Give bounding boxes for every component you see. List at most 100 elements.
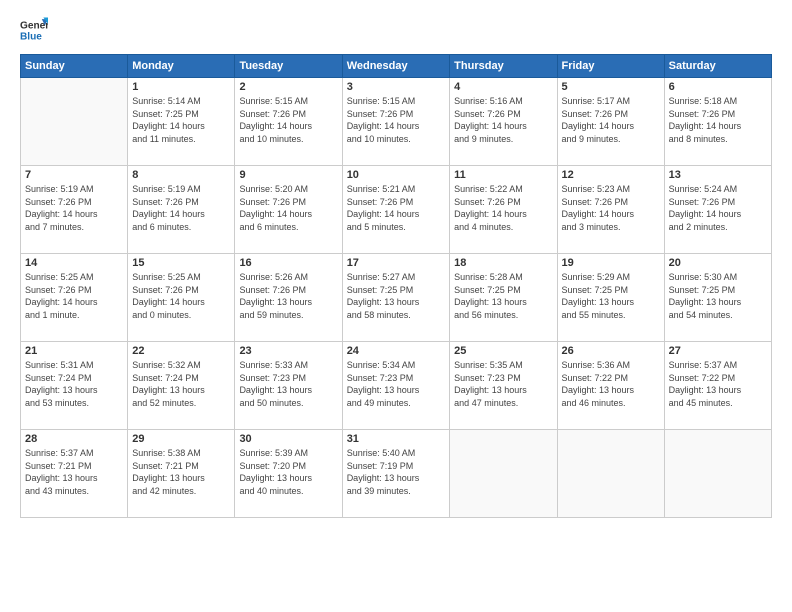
calendar-cell: 26 Sunrise: 5:36 AM Sunset: 7:22 PM Dayli… xyxy=(557,342,664,430)
day-info: Sunrise: 5:14 AM Sunset: 7:25 PM Dayligh… xyxy=(132,95,230,145)
calendar-cell: 18 Sunrise: 5:28 AM Sunset: 7:25 PM Dayli… xyxy=(450,254,557,342)
calendar-cell: 23 Sunrise: 5:33 AM Sunset: 7:23 PM Dayli… xyxy=(235,342,342,430)
header: General Blue xyxy=(20,16,772,44)
day-info: Sunrise: 5:24 AM Sunset: 7:26 PM Dayligh… xyxy=(669,183,767,233)
calendar-cell: 11 Sunrise: 5:22 AM Sunset: 7:26 PM Dayli… xyxy=(450,166,557,254)
day-info: Sunrise: 5:27 AM Sunset: 7:25 PM Dayligh… xyxy=(347,271,445,321)
calendar-cell: 31 Sunrise: 5:40 AM Sunset: 7:19 PM Dayli… xyxy=(342,430,449,518)
day-number: 6 xyxy=(669,81,767,93)
calendar-cell: 6 Sunrise: 5:18 AM Sunset: 7:26 PM Daylig… xyxy=(664,78,771,166)
day-info: Sunrise: 5:26 AM Sunset: 7:26 PM Dayligh… xyxy=(239,271,337,321)
day-number: 7 xyxy=(25,169,123,181)
day-number: 22 xyxy=(132,345,230,357)
col-header-saturday: Saturday xyxy=(664,55,771,78)
calendar-cell: 10 Sunrise: 5:21 AM Sunset: 7:26 PM Dayli… xyxy=(342,166,449,254)
calendar-cell: 3 Sunrise: 5:15 AM Sunset: 7:26 PM Daylig… xyxy=(342,78,449,166)
col-header-thursday: Thursday xyxy=(450,55,557,78)
day-info: Sunrise: 5:33 AM Sunset: 7:23 PM Dayligh… xyxy=(239,359,337,409)
calendar-cell: 16 Sunrise: 5:26 AM Sunset: 7:26 PM Dayli… xyxy=(235,254,342,342)
calendar-cell: 1 Sunrise: 5:14 AM Sunset: 7:25 PM Daylig… xyxy=(128,78,235,166)
calendar-cell: 4Sunrise: 5:16 AM Sunset: 7:26 PM Daylig… xyxy=(450,78,557,166)
calendar-cell: 9 Sunrise: 5:20 AM Sunset: 7:26 PM Daylig… xyxy=(235,166,342,254)
col-header-friday: Friday xyxy=(557,55,664,78)
day-number: 26 xyxy=(562,345,660,357)
col-header-monday: Monday xyxy=(128,55,235,78)
day-number: 18 xyxy=(454,257,552,269)
day-info: Sunrise: 5:35 AM Sunset: 7:23 PM Dayligh… xyxy=(454,359,552,409)
day-info: Sunrise: 5:22 AM Sunset: 7:26 PM Dayligh… xyxy=(454,183,552,233)
day-number: 15 xyxy=(132,257,230,269)
calendar-cell: 17Sunrise: 5:27 AM Sunset: 7:25 PM Dayli… xyxy=(342,254,449,342)
day-number: 3 xyxy=(347,81,445,93)
day-number: 12 xyxy=(562,169,660,181)
day-number: 23 xyxy=(239,345,337,357)
day-number: 19 xyxy=(562,257,660,269)
col-header-wednesday: Wednesday xyxy=(342,55,449,78)
day-number: 5 xyxy=(562,81,660,93)
week-row-3: 14Sunrise: 5:25 AM Sunset: 7:26 PM Dayli… xyxy=(21,254,772,342)
day-info: Sunrise: 5:18 AM Sunset: 7:26 PM Dayligh… xyxy=(669,95,767,145)
day-info: Sunrise: 5:21 AM Sunset: 7:26 PM Dayligh… xyxy=(347,183,445,233)
week-row-2: 7 Sunrise: 5:19 AM Sunset: 7:26 PM Daylig… xyxy=(21,166,772,254)
week-row-4: 21 Sunrise: 5:31 AM Sunset: 7:24 PM Dayli… xyxy=(21,342,772,430)
calendar-cell xyxy=(450,430,557,518)
calendar-cell: 20 Sunrise: 5:30 AM Sunset: 7:25 PM Dayli… xyxy=(664,254,771,342)
calendar-cell: 5Sunrise: 5:17 AM Sunset: 7:26 PM Daylig… xyxy=(557,78,664,166)
day-number: 16 xyxy=(239,257,337,269)
day-number: 30 xyxy=(239,433,337,445)
day-info: Sunrise: 5:15 AM Sunset: 7:26 PM Dayligh… xyxy=(347,95,445,145)
calendar-cell xyxy=(664,430,771,518)
day-number: 9 xyxy=(239,169,337,181)
day-info: Sunrise: 5:38 AM Sunset: 7:21 PM Dayligh… xyxy=(132,447,230,497)
day-number: 4 xyxy=(454,81,552,93)
day-number: 13 xyxy=(669,169,767,181)
day-info: Sunrise: 5:31 AM Sunset: 7:24 PM Dayligh… xyxy=(25,359,123,409)
calendar-cell: 13 Sunrise: 5:24 AM Sunset: 7:26 PM Dayli… xyxy=(664,166,771,254)
calendar-cell: 22Sunrise: 5:32 AM Sunset: 7:24 PM Dayli… xyxy=(128,342,235,430)
week-row-5: 28 Sunrise: 5:37 AM Sunset: 7:21 PM Dayli… xyxy=(21,430,772,518)
day-number: 27 xyxy=(669,345,767,357)
calendar-cell xyxy=(557,430,664,518)
day-info: Sunrise: 5:37 AM Sunset: 7:21 PM Dayligh… xyxy=(25,447,123,497)
calendar-cell: 8Sunrise: 5:19 AM Sunset: 7:26 PM Daylig… xyxy=(128,166,235,254)
calendar-cell: 27 Sunrise: 5:37 AM Sunset: 7:22 PM Dayli… xyxy=(664,342,771,430)
calendar-cell: 29 Sunrise: 5:38 AM Sunset: 7:21 PM Dayli… xyxy=(128,430,235,518)
calendar-cell: 7 Sunrise: 5:19 AM Sunset: 7:26 PM Daylig… xyxy=(21,166,128,254)
calendar-cell: 2 Sunrise: 5:15 AM Sunset: 7:26 PM Daylig… xyxy=(235,78,342,166)
day-info: Sunrise: 5:37 AM Sunset: 7:22 PM Dayligh… xyxy=(669,359,767,409)
svg-text:Blue: Blue xyxy=(20,31,42,42)
day-number: 25 xyxy=(454,345,552,357)
day-number: 21 xyxy=(25,345,123,357)
day-number: 20 xyxy=(669,257,767,269)
day-number: 1 xyxy=(132,81,230,93)
day-number: 11 xyxy=(454,169,552,181)
day-info: Sunrise: 5:39 AM Sunset: 7:20 PM Dayligh… xyxy=(239,447,337,497)
day-info: Sunrise: 5:40 AM Sunset: 7:19 PM Dayligh… xyxy=(347,447,445,497)
day-number: 8 xyxy=(132,169,230,181)
logo: General Blue xyxy=(20,16,52,44)
day-info: Sunrise: 5:19 AM Sunset: 7:26 PM Dayligh… xyxy=(25,183,123,233)
calendar-cell: 24Sunrise: 5:34 AM Sunset: 7:23 PM Dayli… xyxy=(342,342,449,430)
calendar-cell: 19 Sunrise: 5:29 AM Sunset: 7:25 PM Dayli… xyxy=(557,254,664,342)
day-info: Sunrise: 5:28 AM Sunset: 7:25 PM Dayligh… xyxy=(454,271,552,321)
calendar-cell: 25 Sunrise: 5:35 AM Sunset: 7:23 PM Dayli… xyxy=(450,342,557,430)
day-info: Sunrise: 5:20 AM Sunset: 7:26 PM Dayligh… xyxy=(239,183,337,233)
day-number: 2 xyxy=(239,81,337,93)
calendar-table: SundayMondayTuesdayWednesdayThursdayFrid… xyxy=(20,54,772,518)
header-row: SundayMondayTuesdayWednesdayThursdayFrid… xyxy=(21,55,772,78)
page-container: General Blue SundayMondayTuesdayWednesda… xyxy=(0,0,792,534)
day-info: Sunrise: 5:36 AM Sunset: 7:22 PM Dayligh… xyxy=(562,359,660,409)
day-number: 28 xyxy=(25,433,123,445)
day-info: Sunrise: 5:29 AM Sunset: 7:25 PM Dayligh… xyxy=(562,271,660,321)
calendar-cell: 12 Sunrise: 5:23 AM Sunset: 7:26 PM Dayli… xyxy=(557,166,664,254)
logo-icon: General Blue xyxy=(20,16,48,44)
day-number: 31 xyxy=(347,433,445,445)
calendar-cell: 15Sunrise: 5:25 AM Sunset: 7:26 PM Dayli… xyxy=(128,254,235,342)
calendar-cell: 14Sunrise: 5:25 AM Sunset: 7:26 PM Dayli… xyxy=(21,254,128,342)
day-info: Sunrise: 5:23 AM Sunset: 7:26 PM Dayligh… xyxy=(562,183,660,233)
day-number: 29 xyxy=(132,433,230,445)
day-info: Sunrise: 5:30 AM Sunset: 7:25 PM Dayligh… xyxy=(669,271,767,321)
day-number: 10 xyxy=(347,169,445,181)
week-row-1: 1 Sunrise: 5:14 AM Sunset: 7:25 PM Daylig… xyxy=(21,78,772,166)
day-info: Sunrise: 5:15 AM Sunset: 7:26 PM Dayligh… xyxy=(239,95,337,145)
